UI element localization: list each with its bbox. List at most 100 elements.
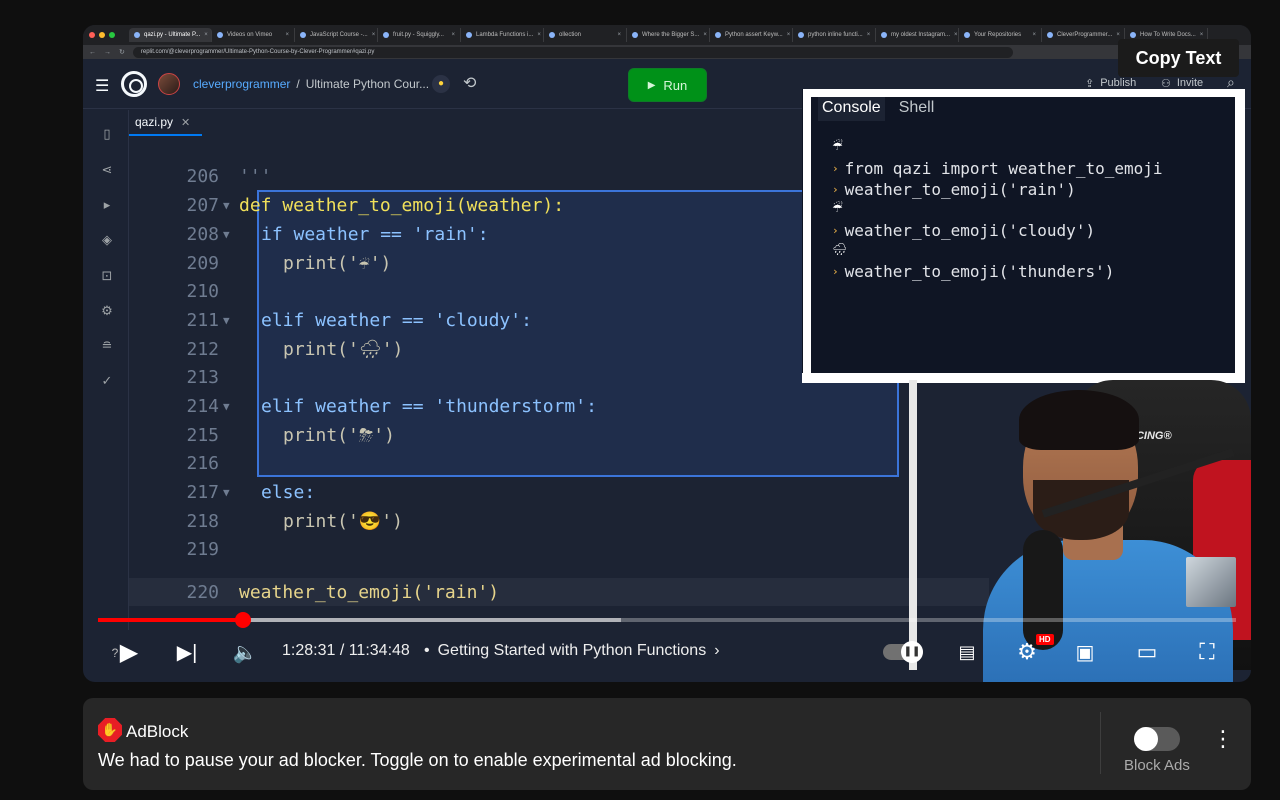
code-line: 214 ▼ elif weather == 'thunderstorm':	[186, 395, 597, 417]
prompt-icon: ›	[832, 183, 839, 196]
run-label: Run	[663, 77, 688, 93]
chevron-right-icon: ›	[714, 642, 720, 659]
code-line: 217 ▼ else:	[186, 481, 316, 503]
menu-icon: ☰	[95, 78, 110, 95]
microphone	[1023, 530, 1063, 650]
close-icon: ✕	[181, 116, 191, 129]
frame-edge	[810, 89, 1240, 97]
video-player[interactable]: qazi.py - Ultimate P... × Videos on Vimeo…	[83, 25, 1251, 682]
adblock-message: We had to pause your ad blocker. Toggle …	[98, 750, 737, 770]
toggle-knob	[1134, 727, 1158, 751]
console-panel: Console Shell ☔ › from qazi import weathe…	[802, 89, 1245, 383]
run-panel-icon: ▸	[103, 197, 111, 212]
console-output: ☔	[832, 139, 843, 153]
browser-tab: JavaScript Course -... ×	[295, 28, 378, 42]
progress-bar[interactable]	[98, 618, 1236, 622]
console-input-line: › weather_to_emoji('thunders')	[832, 262, 1115, 281]
chapter-title: Getting Started with Python Functions	[437, 642, 707, 659]
back-icon: ←	[89, 48, 96, 56]
block-ads-toggle[interactable]	[1134, 727, 1180, 751]
theater-button[interactable]: ▭	[1131, 636, 1163, 668]
reload-icon: ↻	[119, 49, 125, 56]
miniplayer-button[interactable]: ▣	[1069, 636, 1101, 668]
fold-icon: ▼	[223, 399, 230, 413]
play-button[interactable]: ▶	[113, 636, 145, 668]
console-output: 🌧	[832, 242, 848, 256]
code-line: 216	[186, 452, 219, 474]
fold-icon: ▼	[223, 313, 230, 327]
prompt-icon: ›	[832, 162, 839, 175]
adblock-logo-icon: ✋	[98, 718, 122, 742]
breadcrumb: cleverprogrammer / Ultimate Python Cour.…	[193, 77, 429, 91]
code-line: 206 '''	[186, 165, 272, 187]
time-display: 1:28:31 / 11:34:48	[282, 642, 410, 659]
code-line: 209 print('☔')	[186, 252, 392, 274]
code-line: 210	[186, 280, 219, 302]
console-input-line: › from qazi import weather_to_emoji	[832, 159, 1163, 178]
volume-button[interactable]: 🔈	[229, 636, 261, 668]
python-icon: ●	[432, 75, 450, 93]
avatar	[1186, 557, 1236, 607]
volume-icon: 🔈	[232, 641, 258, 664]
database-icon: ≘	[101, 338, 113, 353]
fold-icon: ▼	[223, 198, 230, 212]
breadcrumb-separator: /	[296, 77, 300, 91]
browser-tab: Python assert Keyw... ×	[710, 28, 793, 42]
packages-icon: ◈	[102, 232, 112, 247]
fold-icon: ▼	[223, 227, 230, 241]
hd-badge: HD	[1036, 634, 1054, 645]
files-icon: ▯	[103, 126, 111, 141]
share-icon: ⋖	[101, 162, 113, 177]
browser-tab: fruit.py - Squiggly... ×	[378, 28, 461, 42]
next-icon: ▶|	[176, 641, 198, 664]
subtitles-button[interactable]: ▤	[951, 636, 983, 668]
play-icon: ▶	[119, 638, 139, 666]
code-line: 211 ▼ elif weather == 'cloudy':	[186, 309, 532, 331]
youtube-watch-page: qazi.py - Ultimate P... × Videos on Vimeo…	[0, 0, 1280, 800]
browser-url-bar: ← → ↻ replit.com/@cleverprogrammer/Ultim…	[83, 45, 1251, 59]
progress-scrubber[interactable]	[234, 612, 251, 628]
breadcrumb-repl: Ultimate Python Cour...	[305, 77, 430, 91]
console-input-line: › weather_to_emoji('rain')	[832, 180, 1076, 199]
next-button[interactable]: ▶|	[171, 636, 203, 668]
check-icon: ✓	[101, 373, 113, 388]
tab-shell: Shell	[898, 99, 935, 116]
run-button: ▶ Run	[628, 68, 707, 102]
lock-icon: ⊡	[101, 268, 113, 283]
chapter-button[interactable]: • Getting Started with Python Functions …	[424, 642, 720, 660]
browser-tab: Where the Bigger S... ×	[627, 28, 710, 42]
code-line: 215 print('⛈')	[186, 424, 395, 446]
console-input-line: › weather_to_emoji('cloudy')	[832, 221, 1096, 240]
browser-tab: Lambda Functions i... ×	[461, 28, 544, 42]
code-def: def weather_to_emoji(weather):	[239, 194, 565, 216]
prompt-icon: ›	[832, 265, 839, 278]
more-options-icon[interactable]: ⋮	[1212, 726, 1234, 752]
copy-text-button[interactable]: Copy Text	[1118, 39, 1239, 77]
autoplay-toggle[interactable]: ❚❚	[883, 641, 923, 663]
person-hair	[1019, 390, 1139, 450]
forward-icon: →	[104, 48, 111, 56]
block-ads-label: Block Ads	[1124, 757, 1190, 774]
code-line: 213	[186, 366, 219, 388]
miniplayer-icon: ▣	[1075, 641, 1095, 664]
breadcrumb-user: cleverprogrammer	[193, 77, 291, 91]
browser-tab-bar: qazi.py - Ultimate P... × Videos on Vimeo…	[83, 25, 1251, 45]
progress-played	[98, 618, 243, 622]
browser-tab: my oldest Instagram... ×	[876, 28, 959, 42]
browser-tab: python inline functi... ×	[793, 28, 876, 42]
frame-edge	[803, 89, 811, 381]
code-line: 208 ▼ if weather == 'rain':	[186, 223, 489, 245]
adblock-brand: AdBlock	[126, 722, 189, 741]
gear-icon: ⚙	[1017, 639, 1037, 664]
chapter-bullet: •	[424, 642, 430, 659]
fold-icon: ▼	[223, 485, 230, 499]
url-text: replit.com/@cleverprogrammer/Ultimate-Py…	[132, 46, 1013, 58]
subtitles-icon: ▤	[958, 641, 976, 662]
code-line: 207 ▼ def weather_to_emoji(weather):	[186, 194, 565, 216]
fullscreen-button[interactable]: ⛶	[1191, 636, 1223, 668]
fullscreen-icon: ⛶	[1199, 639, 1215, 664]
history-icon: ⟲	[463, 75, 477, 92]
gear-icon: ⚙	[101, 303, 113, 318]
adblock-banner: ✋ AdBlock We had to pause your ad blocke…	[83, 698, 1251, 790]
browser-tab: Videos on Vimeo ×	[212, 28, 295, 42]
